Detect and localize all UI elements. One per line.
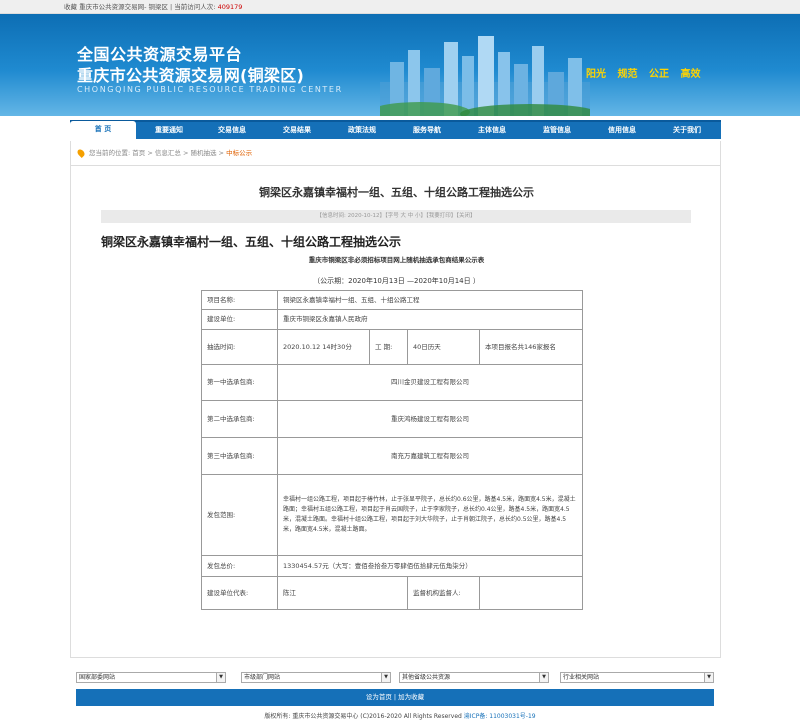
nav-about-us[interactable]: 关于我们 xyxy=(654,122,720,139)
third-contractor: 南充万嘉建筑工程有限公司 xyxy=(277,437,583,475)
select-time-value: 2020.10.12 14时30分 xyxy=(277,329,370,365)
table-label: 发包范围: xyxy=(201,474,278,556)
result-table: 项目名称: 铜梁区永嘉镇幸福村一组、五组、十组公路工程 建设单位: 重庆市铜梁区… xyxy=(201,290,583,610)
footer-links[interactable]: 设为首页 | 加为收藏 xyxy=(366,693,424,701)
nav-supervision[interactable]: 监管信息 xyxy=(524,122,590,139)
price-value: 1330454.57元（大写：壹佰叁拾叁万零肆佰伍拾肆元伍角柒分） xyxy=(277,555,583,577)
breadcrumb-current: 中标公示 xyxy=(226,149,253,157)
select-value: 国家部委网站 xyxy=(79,674,116,681)
table-label: 抽选时间: xyxy=(201,329,278,365)
scope-value: 幸福村一组公路工程，项目起于椿竹林，止于张显平院子，总长约0.6公里，路基4.5… xyxy=(277,474,583,556)
table-label: 第三中选承包商: xyxy=(201,437,278,475)
visitor-count: 409179 xyxy=(217,3,243,11)
chevron-down-icon: ▼ xyxy=(216,673,225,682)
registration-note: 本项目报名共146家报名 xyxy=(479,329,583,365)
breadcrumb-prefix: 您当前的位置: xyxy=(89,149,131,157)
table-label: 第一中选承包商: xyxy=(201,364,278,401)
select-value: 其他省级公共资源 xyxy=(402,674,451,681)
supervisor-value xyxy=(479,576,583,610)
rep-value: 陈江 xyxy=(277,576,408,610)
second-contractor: 重庆鸿杨建设工程有限公司 xyxy=(277,400,583,438)
city-sites-select[interactable]: 市级部门网站 ▼ xyxy=(241,672,391,683)
top-bar-text: 收藏 重庆市公共资源交易网- 铜梁区 | 当前访问人次: xyxy=(64,3,216,11)
chevron-down-icon: ▼ xyxy=(539,673,548,682)
related-sites-bar: 国家部委网站 ▼ 市级部门网站 ▼ 其他省级公共资源 ▼ 行业相关网站 ▼ xyxy=(76,672,714,683)
nav-credit-info[interactable]: 信用信息 xyxy=(589,122,655,139)
breadcrumb-link[interactable]: 信息汇总 xyxy=(155,149,181,157)
table-label: 工 期: xyxy=(369,329,408,365)
nav-entity-info[interactable]: 主体信息 xyxy=(459,122,525,139)
nav-notices[interactable]: 重要通知 xyxy=(136,122,202,139)
select-value: 行业相关网站 xyxy=(563,674,600,681)
slogan-word: 公正 xyxy=(648,69,669,80)
site-banner: 全国公共资源交易平台 重庆市公共资源交易网(铜梁区) CHONGQING PUB… xyxy=(0,14,800,116)
breadcrumb-link[interactable]: 首页 xyxy=(132,149,145,157)
table-label: 建设单位代表: xyxy=(201,576,278,610)
slogan-word: 阳光 xyxy=(586,69,606,80)
nav-trade-results[interactable]: 交易结果 xyxy=(264,122,330,139)
top-bar: 收藏 重庆市公共资源交易网- 铜梁区 | 当前访问人次: 409179 xyxy=(0,0,800,14)
article-subheading: 重庆市铜梁区非必须招标项目网上随机抽选承包商结果公示表 xyxy=(308,256,485,264)
table-label: 建设单位: xyxy=(201,309,278,330)
article-title: 铜梁区永嘉镇幸福村一组、五组、十组公路工程抽选公示 xyxy=(259,186,534,199)
nav-trade-info[interactable]: 交易信息 xyxy=(199,122,265,139)
article-heading: 铜梁区永嘉镇幸福村一组、五组、十组公路工程抽选公示 xyxy=(101,235,402,249)
copyright: 版权所有: 重庆市公共资源交易中心 (C)2016-2020 All Right… xyxy=(0,711,800,720)
slogan-word: 高效 xyxy=(680,69,701,80)
banner-title-site: 重庆市公共资源交易网(铜梁区) xyxy=(77,66,305,85)
project-name-value: 铜梁区永嘉镇幸福村一组、五组、十组公路工程 xyxy=(277,290,583,310)
period-value: 40日历天 xyxy=(407,329,480,365)
location-pin-icon xyxy=(76,148,86,158)
nav-policies[interactable]: 政策法规 xyxy=(329,122,395,139)
banner-title-english: CHONGQING PUBLIC RESOURCE TRADING CENTER xyxy=(77,85,343,94)
builder-value: 重庆市铜梁区永嘉镇人民政府 xyxy=(277,309,583,330)
nav-home[interactable]: 首 页 xyxy=(70,121,136,139)
national-sites-select[interactable]: 国家部委网站 ▼ xyxy=(76,672,226,683)
footer-links-bar: 设为首页 | 加为收藏 xyxy=(76,689,714,706)
province-sites-select[interactable]: 其他省级公共资源 ▼ xyxy=(399,672,549,683)
icp-link[interactable]: 渝ICP备: 11003031号-19 xyxy=(464,713,536,720)
copyright-text: 版权所有: 重庆市公共资源交易中心 (C)2016-2020 All Right… xyxy=(264,713,462,720)
chevron-down-icon: ▼ xyxy=(704,673,713,682)
slogan-word: 规范 xyxy=(617,69,638,80)
nav-service-guide[interactable]: 服务导航 xyxy=(394,122,460,139)
table-label: 监督机构监督人: xyxy=(407,576,480,610)
chevron-down-icon: ▼ xyxy=(381,673,390,682)
table-label: 第二中选承包商: xyxy=(201,400,278,438)
first-contractor: 四川金贝建设工程有限公司 xyxy=(277,364,583,401)
article-info-bar[interactable]: 【信息时间: 2020-10-12】【字号 大 中 小】【我要打印】【关闭】 xyxy=(101,210,691,223)
table-label: 项目名称: xyxy=(201,290,278,310)
publicity-period: （公示期：2020年10月13日 —2020年10月14日 ） xyxy=(313,277,480,285)
breadcrumb-link[interactable]: 随机抽选 xyxy=(190,149,216,157)
main-nav: 首 页 重要通知 交易信息 交易结果 政策法规 服务导航 主体信息 监管信息 信… xyxy=(70,120,721,139)
banner-slogan: 阳光 规范 公正 高效 xyxy=(586,65,708,80)
industry-sites-select[interactable]: 行业相关网站 ▼ xyxy=(560,672,714,683)
city-skyline-image xyxy=(380,36,590,116)
table-label: 发包总价: xyxy=(201,555,278,577)
select-value: 市级部门网站 xyxy=(244,674,281,681)
breadcrumb: 您当前的位置: 首页 > 信息汇总 > 随机抽选 > 中标公示 xyxy=(70,141,721,166)
